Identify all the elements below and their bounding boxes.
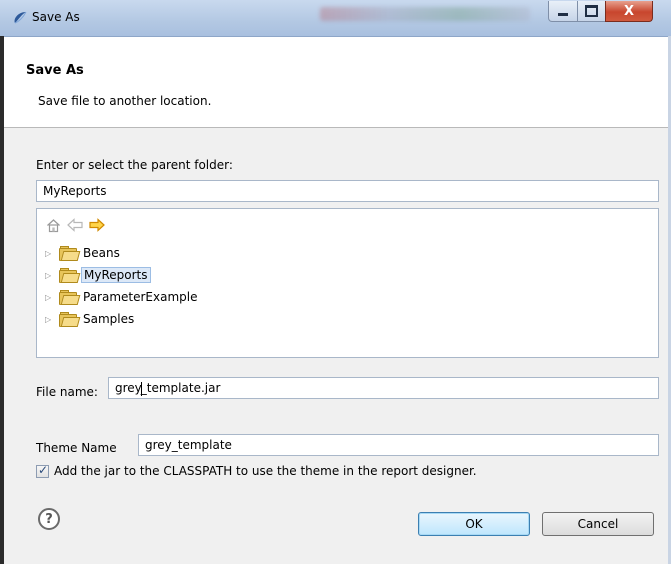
tree-item-label: Samples (83, 312, 135, 326)
folder-tree[interactable]: ▷ Beans ▷ MyReports ▷ ParameterExample ▷… (36, 208, 659, 358)
expand-arrow-icon[interactable]: ▷ (45, 315, 55, 324)
minimize-icon (558, 13, 568, 16)
cancel-button[interactable]: Cancel (542, 512, 654, 536)
tree-item-label: MyReports (81, 267, 151, 283)
help-icon[interactable]: ? (38, 508, 60, 530)
maximize-icon (585, 5, 598, 17)
file-name-text-after-caret: _template.jar (140, 381, 221, 395)
parent-folder-input[interactable]: MyReports (36, 180, 659, 202)
tree-item-beans[interactable]: ▷ Beans (45, 243, 122, 263)
expand-arrow-icon[interactable]: ▷ (45, 249, 55, 258)
home-icon[interactable] (45, 217, 61, 233)
tree-item-parameterexample[interactable]: ▷ ParameterExample (45, 287, 200, 307)
tree-item-label: Beans (83, 246, 120, 260)
classpath-checkbox[interactable]: ✓ (36, 462, 49, 478)
back-arrow-icon[interactable] (67, 217, 83, 233)
window-title: Save As (32, 10, 80, 24)
close-icon: X (623, 3, 635, 19)
title-bar[interactable]: Save As X (0, 0, 671, 37)
theme-name-input[interactable]: grey_template (138, 434, 659, 456)
classpath-checkbox-label: Add the jar to the CLASSPATH to use the … (54, 464, 477, 478)
parent-folder-label: Enter or select the parent folder: (36, 158, 233, 172)
dialog-description: Save file to another location. (38, 94, 212, 108)
file-name-label: File name: (36, 385, 98, 399)
dialog-title: Save As (26, 63, 84, 78)
tree-item-label: ParameterExample (83, 290, 198, 304)
theme-name-label: Theme Name (36, 441, 117, 455)
folder-icon (59, 268, 81, 283)
expand-arrow-icon[interactable]: ▷ (45, 271, 55, 280)
folder-icon (59, 246, 81, 261)
folder-icon (59, 290, 81, 305)
file-name-text-before-caret: grey (115, 381, 142, 395)
tree-item-samples[interactable]: ▷ Samples (45, 309, 136, 329)
close-button[interactable]: X (605, 1, 653, 22)
tree-item-myreports[interactable]: ▷ MyReports (45, 265, 151, 285)
ok-button[interactable]: OK (418, 512, 530, 536)
forward-arrow-icon[interactable] (89, 217, 105, 233)
background-taskbar-blur (320, 7, 530, 21)
maximize-button[interactable] (577, 1, 606, 22)
tree-nav-toolbar (45, 217, 105, 233)
eclipse-app-icon (14, 11, 27, 24)
classpath-option[interactable]: ✓ Add the jar to the CLASSPATH to use th… (36, 462, 477, 478)
dialog-body: Enter or select the parent folder: MyRep… (4, 128, 668, 564)
checkmark-icon: ✓ (38, 462, 49, 477)
dialog-banner: Save As Save file to another location. (4, 37, 668, 128)
expand-arrow-icon[interactable]: ▷ (45, 293, 55, 302)
file-name-input[interactable]: grey_template.jar (108, 377, 659, 399)
folder-icon (59, 312, 81, 327)
minimize-button[interactable] (548, 1, 578, 22)
